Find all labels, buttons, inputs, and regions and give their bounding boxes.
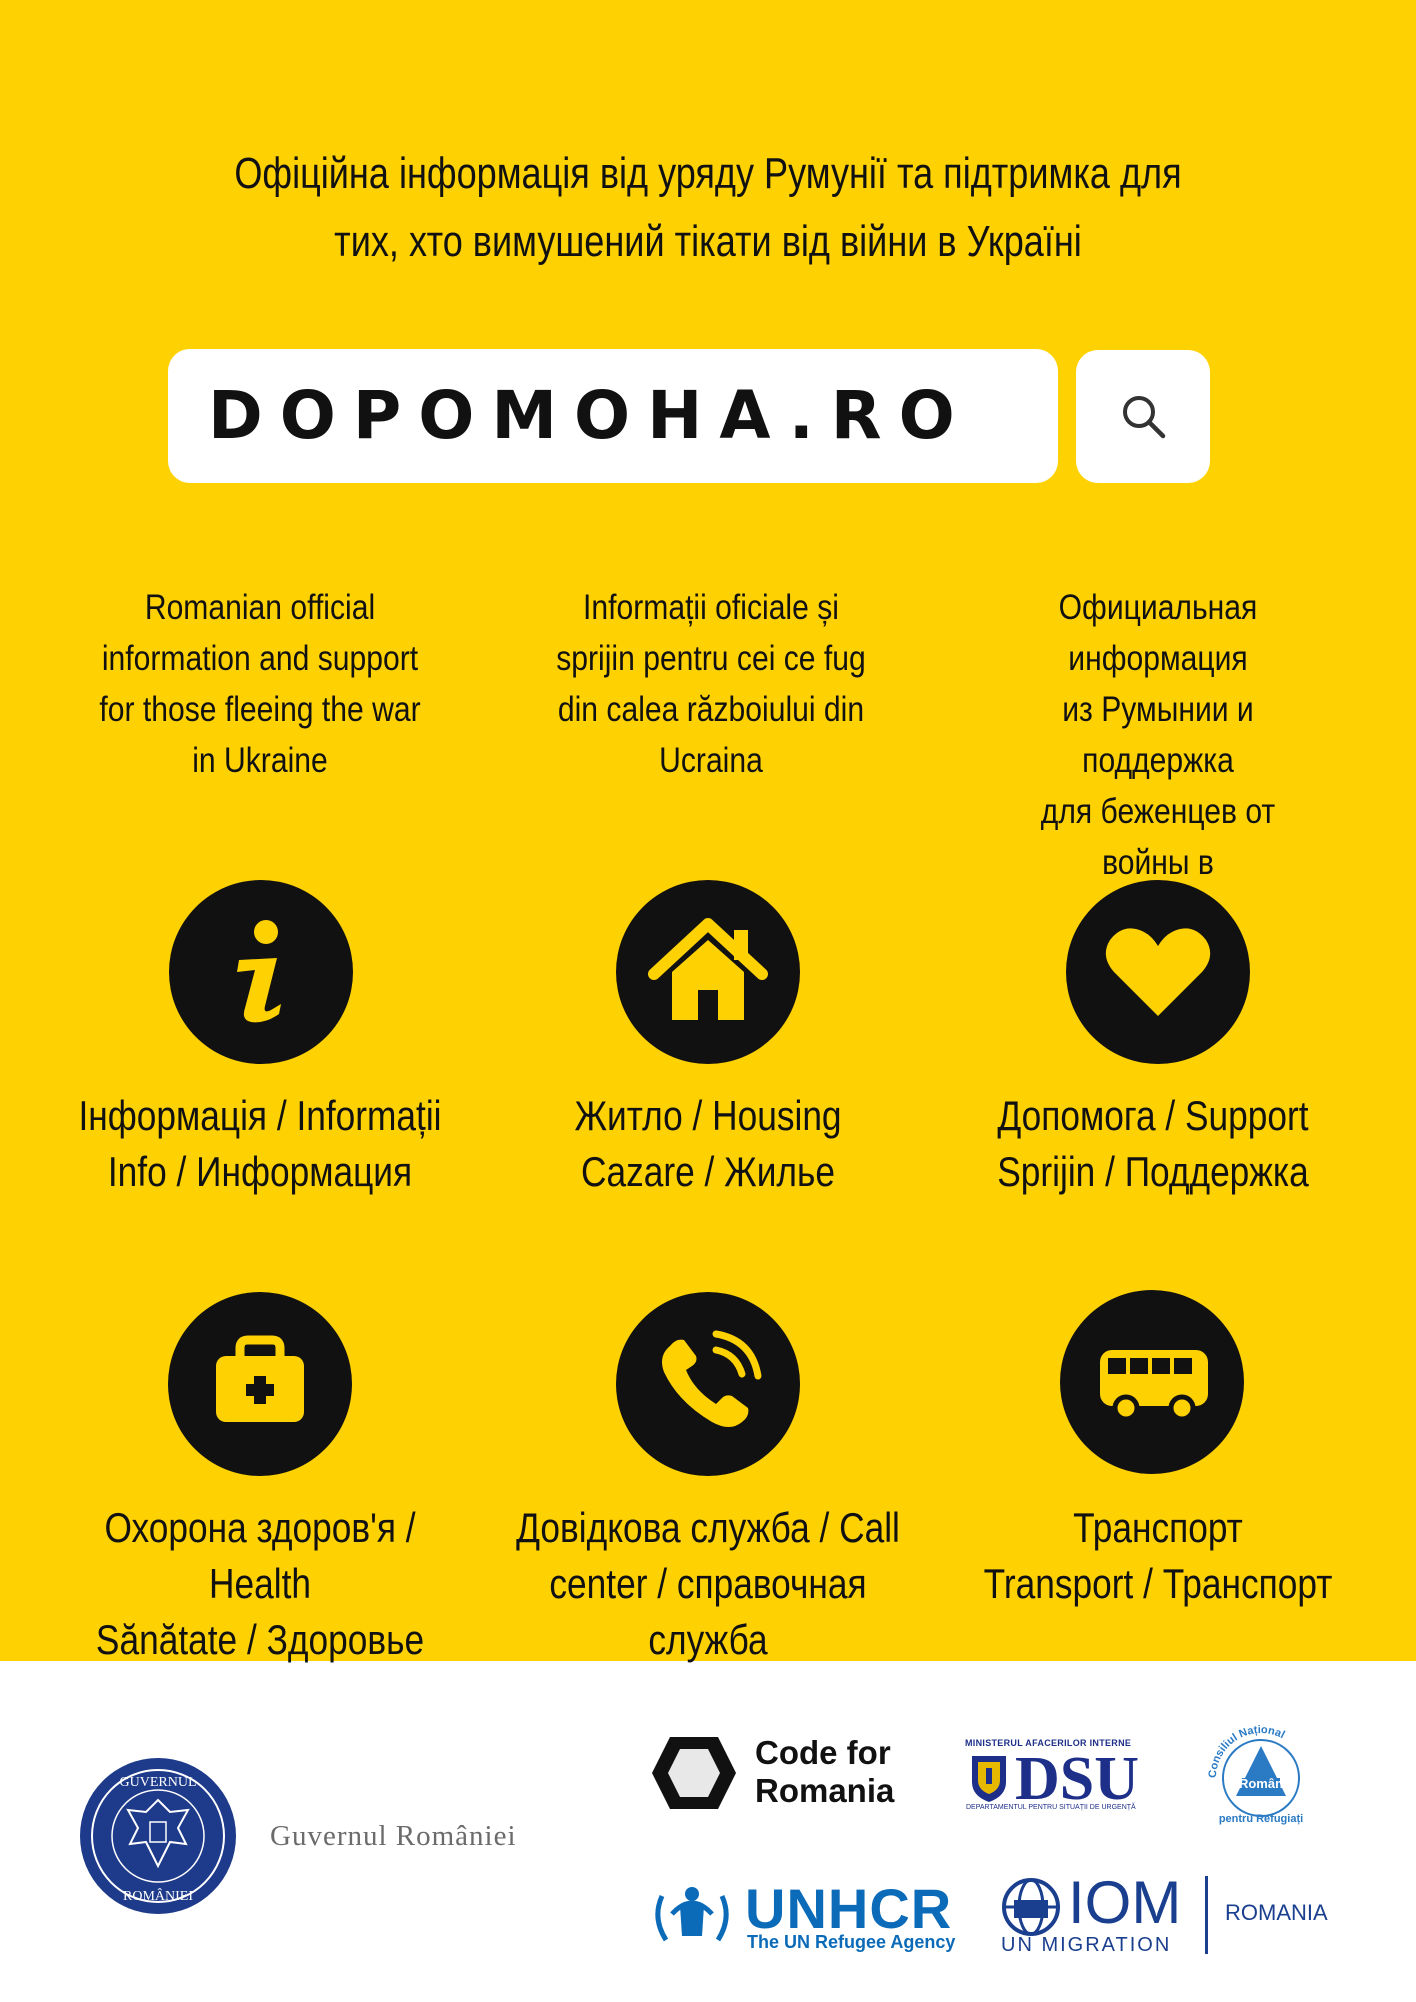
category-health[interactable] (168, 1292, 352, 1476)
info-icon (237, 920, 281, 1023)
category-label-call-center: Довідкова служба / Call center / справоч… (515, 1500, 901, 1668)
label-line: Допомога / Support (997, 1092, 1309, 1139)
government-name: Guvernul României (270, 1820, 517, 1852)
house-icon (648, 918, 768, 1020)
category-transport[interactable] (1060, 1290, 1244, 1474)
svg-text:GUVERNUL: GUVERNUL (120, 1775, 197, 1790)
search-icon (1123, 396, 1166, 439)
unhcr-emblem-icon (648, 1876, 736, 1961)
label-line: Житло / Housing (574, 1092, 842, 1139)
label-line: Info / Информация (107, 1148, 413, 1195)
label-line: center / справочная служба (549, 1560, 867, 1663)
category-label-health: Охорона здоров'я / Health Sănătate / Здо… (67, 1500, 453, 1668)
intro-line: Romanian official (144, 588, 376, 627)
cfr-line: Code for (755, 1734, 891, 1771)
label-line: Охорона здоров'я / Health (104, 1504, 416, 1607)
intro-line: information and support (101, 639, 419, 678)
label-line: Транспорт (1073, 1504, 1243, 1551)
iom-text: IOM (1068, 1869, 1182, 1936)
category-label-support: Допомога / Support Sprijin / Поддержка (960, 1088, 1346, 1200)
cnrr-logo: Român Consiliul Național pentru Refugiaț… (1202, 1716, 1320, 1837)
category-call-center[interactable] (616, 1292, 800, 1476)
search-bar[interactable]: DOPOMOHA.RO (168, 349, 1058, 483)
category-housing[interactable] (616, 880, 800, 1064)
phone-icon (662, 1330, 762, 1427)
category-label-housing: Житло / Housing Cazare / Жилье (515, 1088, 901, 1200)
svg-text:ROMÂNIEI: ROMÂNIEI (123, 1887, 193, 1904)
search-button[interactable] (1076, 350, 1210, 483)
iom-divider (1205, 1876, 1208, 1954)
label-line: Transport / Транспорт (983, 1560, 1333, 1607)
iom-emblem-icon (1000, 1876, 1062, 1943)
category-label-transport: Транспорт Transport / Транспорт (965, 1500, 1351, 1612)
intro-line: из Румынии и поддержка (1062, 690, 1254, 780)
category-support[interactable] (1066, 880, 1250, 1064)
intro-line: in Ukraine (192, 741, 328, 780)
label-line: Інформація / Informații (78, 1092, 442, 1139)
svg-text:Român: Român (1239, 1776, 1283, 1791)
government-seal-logo: GUVERNUL ROMÂNIEI (78, 1756, 238, 1921)
page-title: Офіційна інформація від уряду Румунії та… (226, 140, 1190, 276)
medical-kit-icon (216, 1335, 304, 1422)
label-line: Cazare / Жилье (580, 1148, 835, 1195)
svg-text:pentru Refugiați: pentru Refugiați (1219, 1813, 1303, 1825)
intro-line: for those fleeing the war (99, 690, 421, 729)
cfr-line: Romania (755, 1772, 895, 1809)
intro-line: sprijin pentru cei ce fug (556, 639, 866, 678)
iom-tagline: UN MIGRATION (1001, 1934, 1172, 1956)
unhcr-tagline: The UN Refugee Agency (747, 1932, 956, 1952)
intro-line: Официальная информация (1058, 588, 1258, 678)
intro-english: Romanian official information and suppor… (97, 582, 424, 786)
bus-icon (1100, 1350, 1208, 1422)
label-line: Довідкова служба / Call (516, 1504, 900, 1551)
intro-line: din calea războiului din (557, 690, 865, 729)
category-label-info: Інформація / Informații Info / Информаци… (67, 1088, 453, 1200)
intro-line: Ucraina (659, 741, 763, 780)
label-line: Sprijin / Поддержка (997, 1148, 1309, 1195)
intro-romanian: Informații oficiale și sprijin pentru ce… (548, 582, 875, 786)
intro-line: Informații oficiale și (583, 588, 839, 627)
code-for-romania-logo (650, 1735, 738, 1816)
search-text: DOPOMOHA.RO (208, 377, 972, 454)
intro-line: для беженцев от войны в (1040, 792, 1276, 882)
title-line-1: Офіційна інформація від уряду Румунії та… (234, 149, 1182, 198)
dsu-crest-icon (968, 1752, 1010, 1809)
iom-country: ROMANIA (1225, 1900, 1328, 1925)
category-info[interactable] (169, 880, 353, 1064)
title-line-2: тих, хто вимушений тікати від війни в Ук… (334, 217, 1082, 266)
dsu-department-text: DEPARTAMENTUL PENTRU SITUAȚII DE URGENȚĂ (966, 1804, 1136, 1811)
code-for-romania-text: Code for Romania (755, 1734, 894, 1810)
label-line: Sănătate / Здоровье (95, 1616, 425, 1663)
heart-icon (1105, 928, 1211, 1016)
